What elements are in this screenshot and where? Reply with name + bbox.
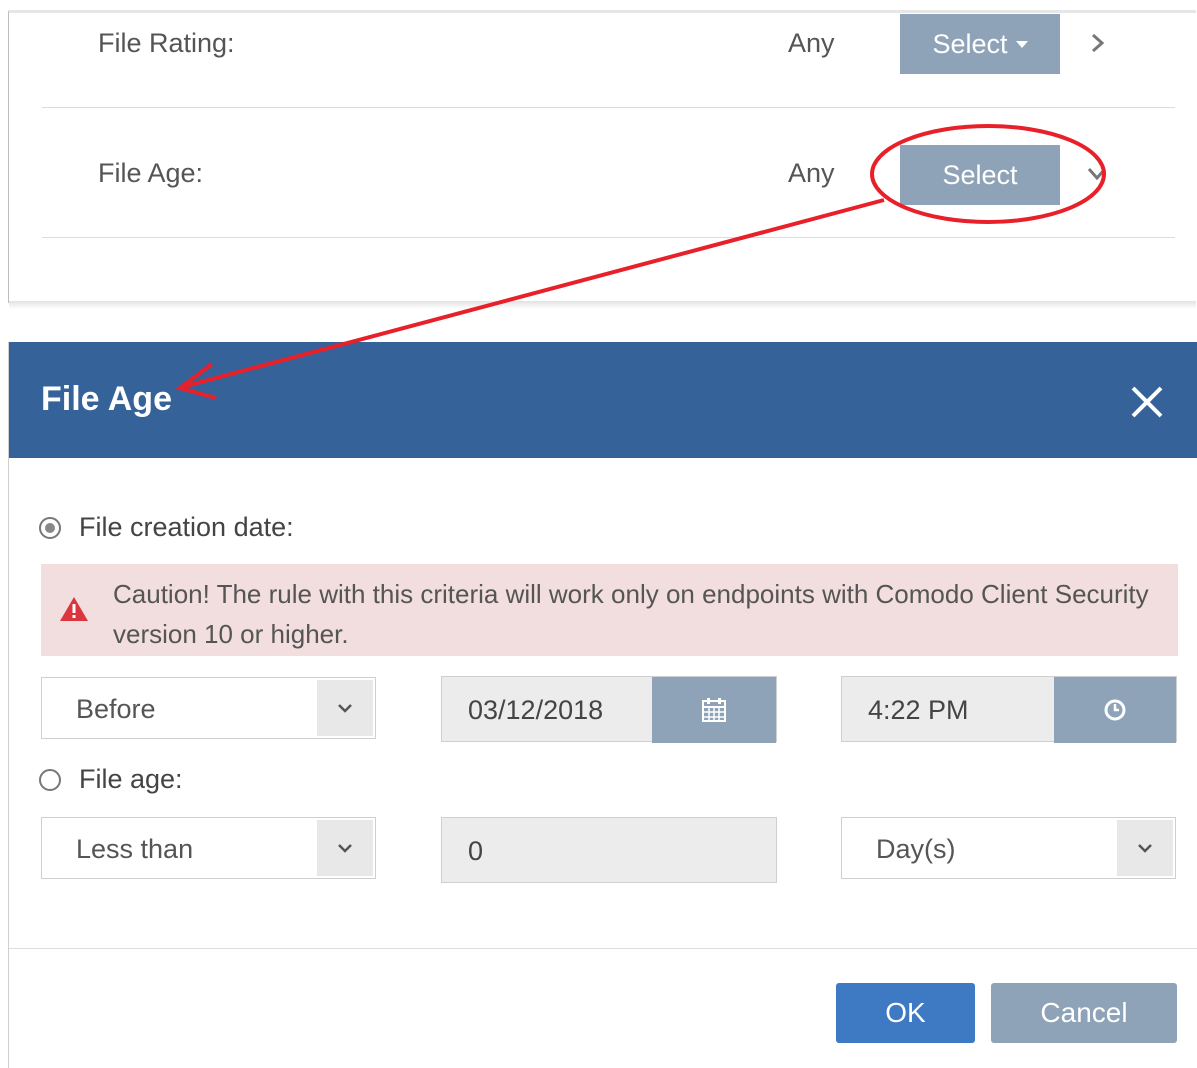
dropdown-button[interactable] [317, 680, 373, 736]
chevron-down-icon[interactable] [1086, 166, 1108, 182]
ok-button[interactable]: OK [836, 983, 975, 1043]
date-input[interactable]: 03/12/2018 [441, 676, 777, 743]
file-age-select-button[interactable]: Select [900, 145, 1060, 205]
clock-icon [1104, 699, 1126, 721]
footer-divider [9, 948, 1197, 949]
file-age-radio[interactable] [39, 768, 61, 791]
creation-date-option[interactable]: File creation date: [39, 512, 294, 543]
dropdown-button[interactable] [317, 820, 373, 876]
age-value-input[interactable]: 0 [441, 817, 777, 883]
chevron-down-icon [338, 844, 352, 853]
warning-icon [60, 597, 88, 621]
creation-comparison-select[interactable]: Before [41, 677, 376, 739]
row-divider [42, 107, 1175, 108]
time-value: 4:22 PM [868, 695, 969, 725]
row-divider [42, 237, 1175, 238]
calendar-icon [702, 698, 726, 722]
creation-comparison-value: Before [76, 694, 156, 724]
age-comparison-select[interactable]: Less than [41, 817, 376, 879]
cancel-button[interactable]: Cancel [991, 983, 1177, 1043]
creation-date-label: File creation date: [79, 512, 294, 542]
calendar-button[interactable] [652, 677, 776, 743]
dialog-title: File Age [41, 380, 172, 418]
creation-date-radio[interactable] [39, 516, 61, 539]
file-age-option[interactable]: File age: [39, 764, 183, 795]
clock-button[interactable] [1054, 677, 1176, 743]
chevron-right-icon[interactable] [1090, 32, 1106, 54]
file-age-label: File Age: [98, 158, 204, 188]
time-input[interactable]: 4:22 PM [841, 676, 1177, 743]
caution-alert: Caution! The rule with this criteria wil… [41, 564, 1178, 656]
caret-down-icon [1015, 40, 1028, 48]
date-value: 03/12/2018 [468, 695, 604, 725]
file-rating-select-button[interactable]: Select [900, 14, 1060, 74]
file-rating-select-label: Select [932, 28, 1008, 59]
file-rating-label: File Rating: [98, 28, 235, 58]
file-age-select-label: Select [942, 159, 1018, 190]
dialog-header: File Age [9, 342, 1197, 458]
age-unit-select[interactable]: Day(s) [841, 817, 1176, 879]
age-value: 0 [468, 836, 484, 866]
file-age-option-label: File age: [79, 764, 183, 794]
close-icon[interactable] [1127, 382, 1167, 422]
age-comparison-value: Less than [76, 834, 194, 864]
caution-text: Caution! The rule with this criteria wil… [113, 579, 1149, 649]
file-age-value: Any [788, 158, 835, 188]
chevron-down-icon [1138, 844, 1152, 853]
age-unit-value: Day(s) [876, 834, 956, 864]
file-rating-value: Any [788, 28, 835, 58]
file-age-dialog: File Age File creation date: Caution! Th… [8, 342, 1197, 1068]
dropdown-button[interactable] [1117, 820, 1173, 876]
chevron-down-icon [338, 704, 352, 713]
